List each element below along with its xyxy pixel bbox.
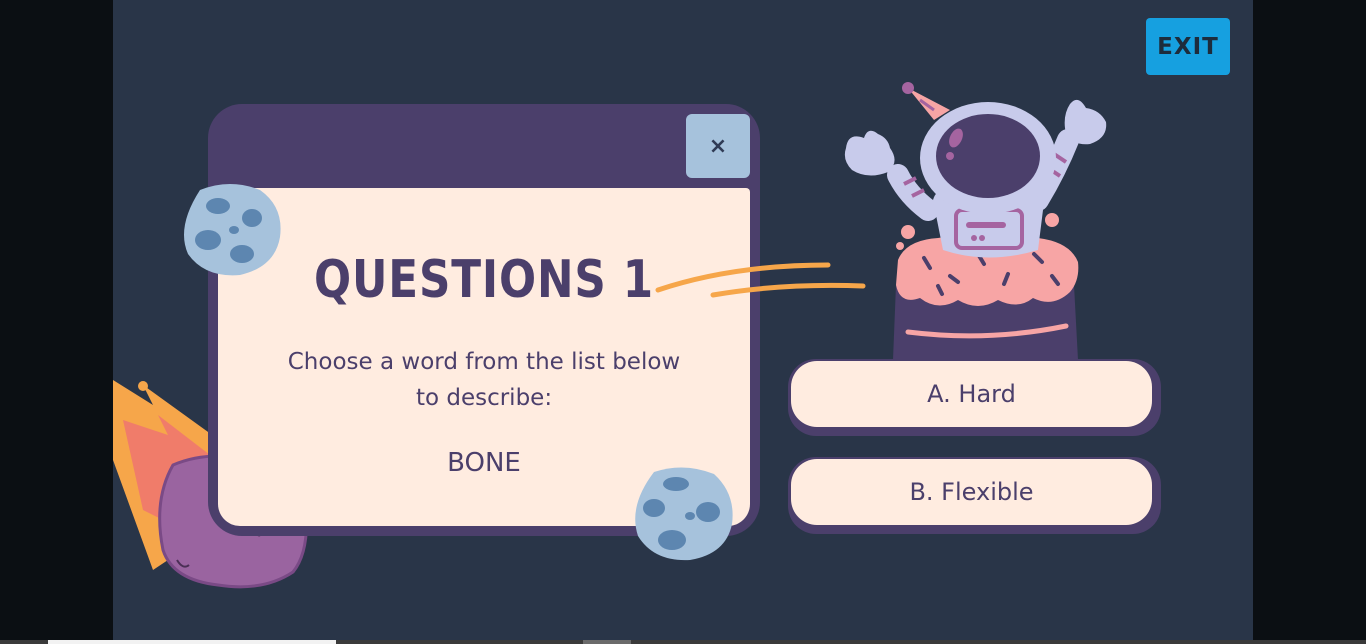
close-icon: × xyxy=(708,133,728,159)
question-prompt-line1: Choose a word from the list below xyxy=(287,349,681,375)
answer-option-label[interactable]: B. Flexible xyxy=(791,459,1152,525)
question-title: QUESTIONS 1 xyxy=(314,250,654,310)
astronaut-illustration xyxy=(844,82,1107,360)
asteroid-illustration xyxy=(635,467,733,561)
scrollbar-thumb[interactable] xyxy=(583,640,631,644)
asteroid-illustration xyxy=(184,184,281,276)
game-stage: × QUESTIONS 1 Choose a word from the lis… xyxy=(113,0,1253,640)
answer-option-label[interactable]: A. Hard xyxy=(791,361,1152,427)
question-prompt: Choose a word from the list below to des… xyxy=(218,344,750,416)
video-progress-bar[interactable] xyxy=(48,640,336,644)
exit-button[interactable]: EXIT xyxy=(1146,18,1230,75)
answer-option-a[interactable]: A. Hard xyxy=(788,359,1161,436)
close-button[interactable]: × xyxy=(686,114,750,178)
question-prompt-line2: to describe: xyxy=(415,385,553,411)
browser-scrollbar[interactable] xyxy=(0,640,1366,644)
answer-option-b[interactable]: B. Flexible xyxy=(788,457,1161,534)
